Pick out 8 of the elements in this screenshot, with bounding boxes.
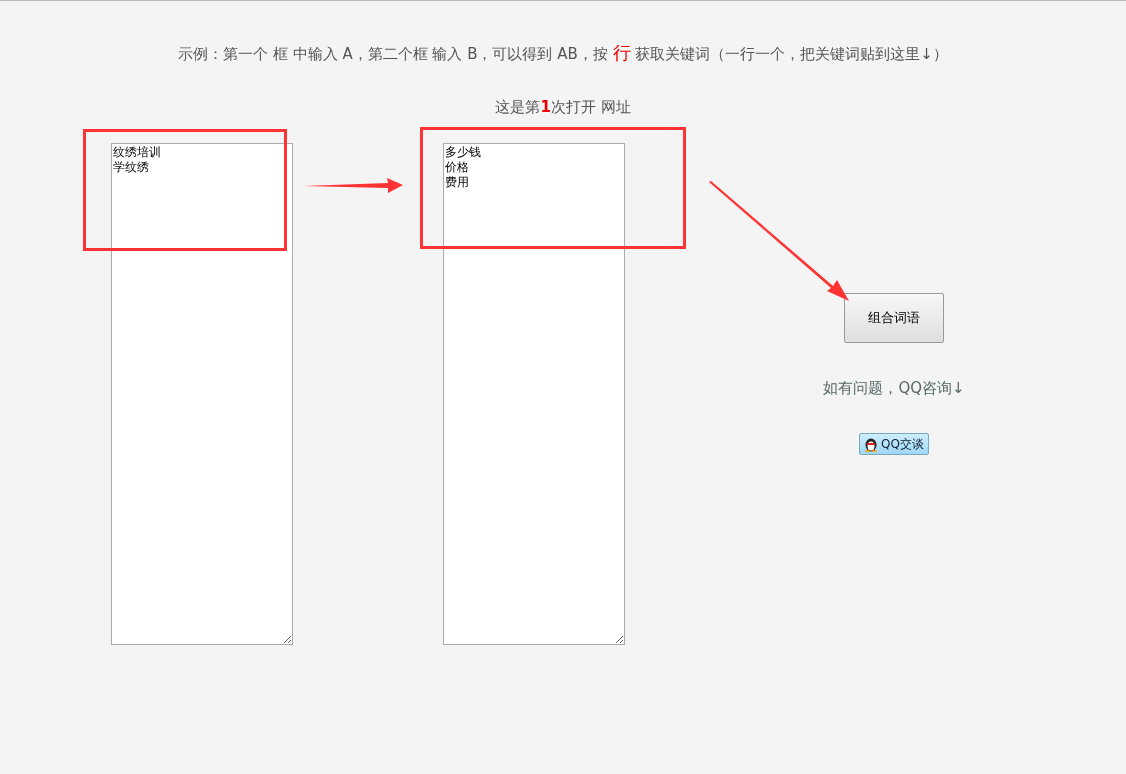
input-field[interactable]: 纹绣培训 学纹绣 bbox=[111, 143, 293, 645]
visit-counter-text: 这是第1次打开 网址 bbox=[494, 98, 632, 118]
instruction-text: 示例：第一个 框 中输入 A，第二个框 输入 B，可以得到 AB，按 行 获取关键词（一行一个，把关键词贴到这里↓） bbox=[177, 41, 949, 63]
input-field[interactable]: 多少钱 价格 费用 bbox=[443, 143, 625, 645]
qq-chat-button[interactable]: QQ交谈 bbox=[859, 433, 929, 455]
combine-button[interactable]: 组合词语 bbox=[844, 293, 944, 343]
help-text: 如有问题，QQ咨询↓ bbox=[823, 379, 965, 398]
penguin-icon bbox=[864, 436, 879, 452]
